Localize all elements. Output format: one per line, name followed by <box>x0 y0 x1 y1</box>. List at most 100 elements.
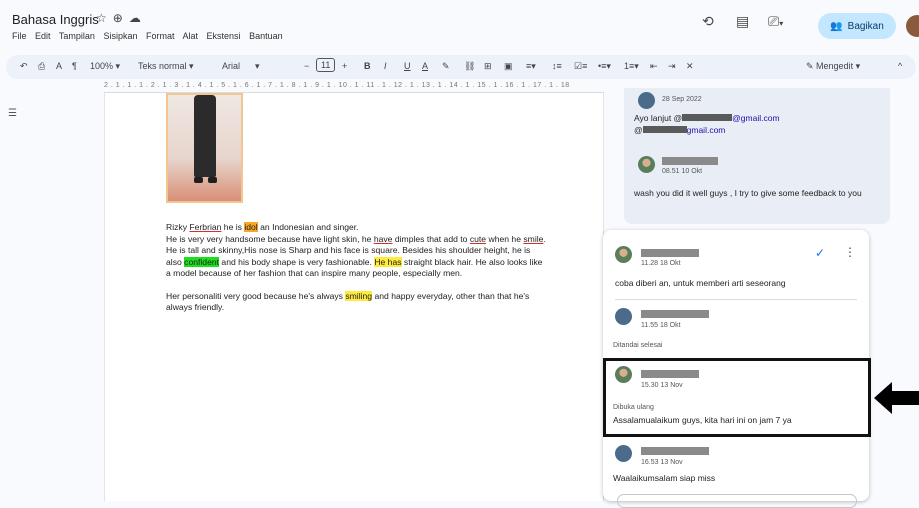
indent-decrease-icon[interactable]: ⇤ <box>650 61 658 72</box>
increase-font-button[interactable]: + <box>342 61 347 71</box>
spellcheck-icon[interactable]: A <box>56 61 62 71</box>
shoe-right <box>208 177 217 183</box>
toolbar: ↶ ⎙ A ¶ 100% ▾ Teks normal ▾ Arial ▾ − 1… <box>6 55 916 79</box>
zoom-select[interactable]: 100% ▾ <box>90 61 120 72</box>
link-icon[interactable]: ⛓ <box>464 61 475 72</box>
paint-format-icon[interactable]: ¶ <box>72 61 77 71</box>
edit-mode-label: Mengedit <box>816 61 854 71</box>
paragraph-2: Her personaliti very good because he's a… <box>166 290 546 314</box>
highlight-icon[interactable]: ✎ <box>442 61 450 72</box>
person-figure <box>194 95 216 177</box>
text: cute <box>469 233 487 244</box>
document-body[interactable]: Rizky Ferbrian he is idol an Indonesian … <box>166 222 546 325</box>
star-icon[interactable]: ☆ <box>96 11 113 25</box>
numbered-list-icon[interactable]: 1≡▾ <box>624 61 639 72</box>
more-options-icon[interactable]: ⋮ <box>844 245 856 259</box>
mention-link[interactable]: gmail.com <box>687 125 726 135</box>
indent-increase-icon[interactable]: ⇥ <box>668 61 676 72</box>
undo-icon[interactable]: ↶ <box>20 61 28 72</box>
text: Ayo lanjut @ <box>634 113 683 123</box>
underline-icon[interactable]: U <box>404 61 411 71</box>
style-select[interactable]: Teks normal ▾ <box>138 61 194 72</box>
style-value: Teks normal <box>138 61 187 71</box>
menu-tools[interactable]: Alat <box>183 31 199 41</box>
doc-title[interactable]: Bahasa Inggris <box>12 12 99 27</box>
menu-extensions[interactable]: Ekstensi <box>207 31 241 41</box>
avatar <box>638 156 655 173</box>
text: and his body shape is very fashionable. <box>219 256 375 267</box>
move-icon[interactable]: ⊕ <box>113 11 129 25</box>
arrow-left-icon <box>874 382 919 414</box>
redacted-name <box>641 310 709 318</box>
text: Her personaliti very good because he's a… <box>166 290 346 301</box>
menu-file[interactable]: File <box>12 31 27 41</box>
text-color-icon[interactable]: A <box>422 61 428 71</box>
font-value: Arial <box>222 61 241 71</box>
text: Rizky <box>166 222 190 232</box>
decrease-font-button[interactable]: − <box>304 61 309 71</box>
meet-icon[interactable]: ⎚▾ <box>768 13 783 30</box>
font-select[interactable]: Arial ▾ <box>222 61 260 72</box>
print-icon[interactable]: ⎙ <box>38 61 45 72</box>
italic-icon[interactable]: I <box>384 61 387 71</box>
share-button[interactable]: 👥 Bagikan <box>818 13 896 39</box>
align-icon[interactable]: ≡▾ <box>526 61 536 72</box>
text: smile <box>523 233 544 244</box>
singer-photo[interactable] <box>166 93 243 203</box>
edit-mode-select[interactable]: ✎ Mengedit ▾ <box>806 61 860 72</box>
bold-icon[interactable]: B <box>364 61 371 71</box>
comment-thread-previous[interactable]: 28 Sep 2022 Ayo lanjut @ @gmail.com @ gmai… <box>624 88 890 224</box>
avatar[interactable] <box>906 15 919 37</box>
font-size-input[interactable]: 11 <box>316 58 336 72</box>
ruler[interactable]: 2 . 1 . 1 . 1 . 2 . 1 . 3 . 1 . 4 . 1 . … <box>104 82 604 93</box>
zoom-value: 100% <box>90 61 114 71</box>
text: he is <box>221 222 245 232</box>
comment-status: Ditandai selesai <box>613 342 663 349</box>
text: He is very very handsome because have <box>166 233 324 244</box>
collapse-icon[interactable]: ^ <box>898 61 902 71</box>
add-comment-icon[interactable]: ⊞ <box>484 61 492 72</box>
cloud-icon[interactable]: ☁ <box>129 11 147 25</box>
image-icon[interactable]: ▣ <box>504 61 513 72</box>
text: have <box>373 233 393 244</box>
text: smiling <box>345 290 373 301</box>
redacted-email <box>682 114 733 121</box>
annotation-box <box>603 358 871 437</box>
redacted-name <box>662 157 718 165</box>
text: Ferbrian <box>189 222 222 232</box>
menu-edit[interactable]: Edit <box>35 31 51 41</box>
mention-link[interactable]: @gmail.com <box>732 113 779 123</box>
avatar <box>615 246 632 263</box>
redacted-name <box>641 249 699 257</box>
menu-help[interactable]: Bantuan <box>249 31 283 41</box>
text: idol <box>244 222 258 232</box>
bullet-list-icon[interactable]: •≡▾ <box>598 61 611 72</box>
outline-icon[interactable]: ☰ <box>8 108 17 119</box>
avatar <box>615 308 632 325</box>
line-spacing-icon[interactable]: ↕≡ <box>552 61 562 71</box>
comment-text: @ gmail.com <box>634 125 725 136</box>
comment-icon[interactable]: ▤ <box>736 13 749 30</box>
menu-bar: File Edit Tampilan Sisipkan Format Alat … <box>12 31 289 41</box>
text: dimples that add to <box>392 233 470 244</box>
menu-format[interactable]: Format <box>146 31 175 41</box>
share-label: Bagikan <box>847 20 884 32</box>
history-icon[interactable]: ⟲ <box>702 13 714 30</box>
document-page[interactable]: Rizky Ferbrian he is idol an Indonesian … <box>104 93 604 501</box>
redacted-name <box>641 447 709 455</box>
comment-time: 11.55 18 Okt <box>641 322 681 329</box>
text: He has <box>374 256 402 267</box>
avatar <box>638 92 655 109</box>
resolve-check-icon[interactable]: ✓ <box>815 246 825 260</box>
checklist-icon[interactable]: ☑≡ <box>574 61 587 72</box>
text: an Indonesian and singer. <box>257 222 359 232</box>
menu-insert[interactable]: Sisipkan <box>103 31 137 41</box>
title-icons: ☆⊕☁ <box>96 11 147 25</box>
menu-view[interactable]: Tampilan <box>59 31 95 41</box>
clear-format-icon[interactable]: ✕ <box>686 61 694 72</box>
comment-text: wash you did it well guys , I try to giv… <box>634 188 862 198</box>
reply-input[interactable] <box>617 494 857 508</box>
comment-text: Waalaikumsalam siap miss <box>613 473 716 483</box>
comment-text: coba diberi an, untuk memberi arti seseo… <box>615 278 786 288</box>
comment-date: 28 Sep 2022 <box>662 96 702 103</box>
